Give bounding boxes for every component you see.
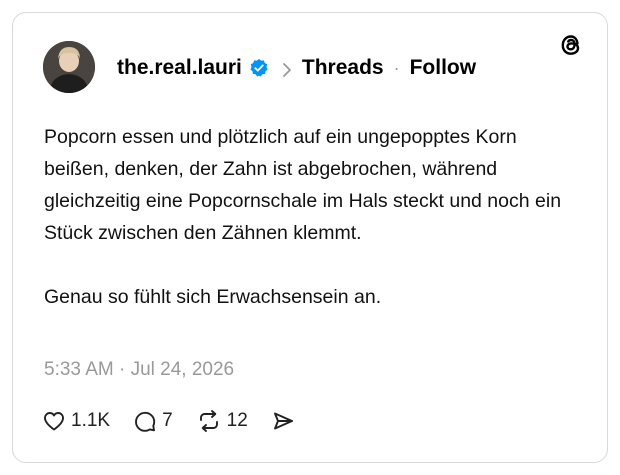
reply-button[interactable]: 7 bbox=[132, 408, 173, 434]
reply-count: 7 bbox=[162, 410, 173, 431]
post-body: Popcorn essen und plötzlich auf ein unge… bbox=[44, 121, 574, 313]
comment-icon bbox=[135, 411, 156, 432]
threads-logo-icon[interactable] bbox=[557, 31, 585, 59]
channel-link[interactable]: Threads bbox=[302, 56, 384, 80]
verified-badge-icon bbox=[249, 58, 269, 78]
share-button[interactable] bbox=[270, 408, 296, 434]
post-paragraph: Genau so fühlt sich Erwachsensein an. bbox=[44, 286, 382, 308]
chevron-right-icon bbox=[281, 60, 293, 77]
avatar-photo-icon bbox=[43, 41, 95, 93]
repost-icon bbox=[199, 410, 218, 432]
post-card: the.real.lauri Threads · Follow Popcorn … bbox=[12, 12, 608, 463]
username-link[interactable]: the.real.lauri bbox=[117, 56, 242, 80]
post-timestamp[interactable]: 5:33 AM · Jul 24, 2026 bbox=[44, 359, 234, 381]
post-header: the.real.lauri Threads · Follow bbox=[117, 53, 476, 83]
repost-count: 12 bbox=[226, 410, 248, 431]
heart-icon bbox=[44, 412, 64, 431]
like-button[interactable]: 1.1K bbox=[41, 408, 110, 434]
avatar[interactable] bbox=[43, 41, 95, 93]
follow-button[interactable]: Follow bbox=[410, 56, 477, 80]
action-bar: 1.1K 7 12 bbox=[41, 406, 318, 436]
repost-button[interactable]: 12 bbox=[195, 408, 248, 434]
like-count: 1.1K bbox=[71, 410, 111, 431]
header-separator: · bbox=[393, 57, 400, 78]
post-paragraph: Popcorn essen und plötzlich auf ein unge… bbox=[44, 126, 562, 244]
send-icon bbox=[273, 412, 293, 430]
